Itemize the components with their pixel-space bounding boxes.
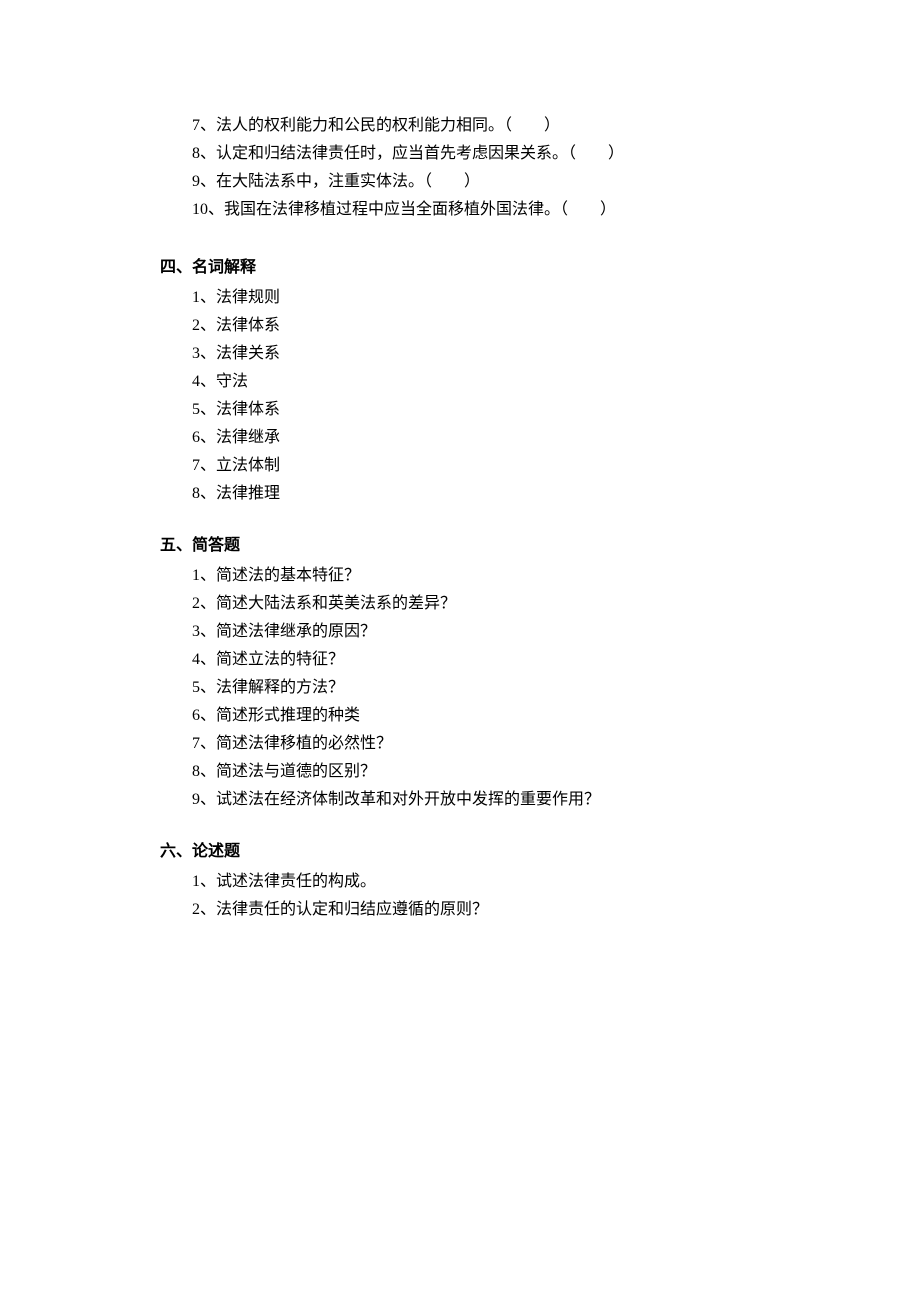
list-item: 6、法律继承 — [192, 424, 760, 452]
section-heading-6: 六、论述题 — [160, 838, 760, 866]
list-item: 7、立法体制 — [192, 452, 760, 480]
list-item: 8、认定和归结法律责任时，应当首先考虑因果关系。（ ） — [192, 140, 760, 168]
list-item: 1、试述法律责任的构成。 — [192, 868, 760, 896]
list-item: 6、简述形式推理的种类 — [192, 702, 760, 730]
list-item: 5、法律体系 — [192, 396, 760, 424]
list-item: 3、简述法律继承的原因？ — [192, 618, 760, 646]
section-heading-4: 四、名词解释 — [160, 254, 760, 282]
list-item: 8、法律推理 — [192, 480, 760, 508]
list-item: 7、法人的权利能力和公民的权利能力相同。（ ） — [192, 112, 760, 140]
true-false-continuation: 7、法人的权利能力和公民的权利能力相同。（ ） 8、认定和归结法律责任时，应当首… — [160, 112, 760, 224]
list-item: 1、法律规则 — [192, 284, 760, 312]
list-item: 2、简述大陆法系和英美法系的差异？ — [192, 590, 760, 618]
list-item: 9、试述法在经济体制改革和对外开放中发挥的重要作用？ — [192, 786, 760, 814]
list-item: 5、法律解释的方法？ — [192, 674, 760, 702]
list-item: 8、简述法与道德的区别？ — [192, 758, 760, 786]
list-item: 4、守法 — [192, 368, 760, 396]
document-page: 7、法人的权利能力和公民的权利能力相同。（ ） 8、认定和归结法律责任时，应当首… — [0, 0, 920, 1030]
list-item: 1、简述法的基本特征？ — [192, 562, 760, 590]
list-item: 9、在大陆法系中，注重实体法。（ ） — [192, 168, 760, 196]
list-item: 3、法律关系 — [192, 340, 760, 368]
list-item: 10、我国在法律移植过程中应当全面移植外国法律。（ ） — [192, 196, 760, 224]
essay-list: 1、试述法律责任的构成。 2、法律责任的认定和归结应遵循的原则？ — [160, 868, 760, 924]
list-item: 2、法律体系 — [192, 312, 760, 340]
list-item: 4、简述立法的特征？ — [192, 646, 760, 674]
list-item: 2、法律责任的认定和归结应遵循的原则？ — [192, 896, 760, 924]
short-answer-list: 1、简述法的基本特征？ 2、简述大陆法系和英美法系的差异？ 3、简述法律继承的原… — [160, 562, 760, 814]
terms-list: 1、法律规则 2、法律体系 3、法律关系 4、守法 5、法律体系 6、法律继承 … — [160, 284, 760, 508]
section-heading-5: 五、简答题 — [160, 532, 760, 560]
list-item: 7、简述法律移植的必然性？ — [192, 730, 760, 758]
